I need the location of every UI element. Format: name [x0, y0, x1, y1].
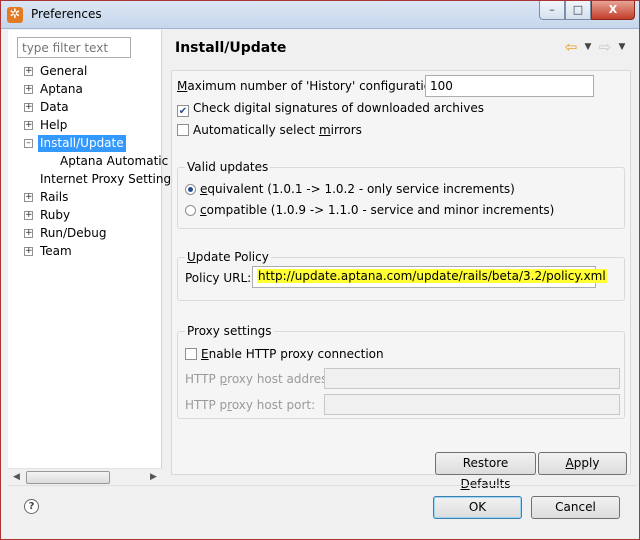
chevron-down-icon[interactable]: ▼: [583, 38, 593, 56]
tree-item-label: Data: [40, 100, 69, 114]
update-policy-group: Update Policy Policy URL: http://update.…: [177, 250, 625, 301]
proxy-port-label: HTTP proxy host port:: [185, 398, 316, 412]
help-icon[interactable]: ?: [24, 499, 39, 514]
preference-tree-pane: + General + Aptana + Data + Help – Insta…: [8, 30, 177, 485]
close-button[interactable]: X: [591, 1, 635, 20]
preferences-window: ✲ Preferences – □ X + General + Aptana +…: [0, 0, 640, 540]
expand-icon[interactable]: +: [24, 121, 33, 130]
scroll-left-icon[interactable]: ◀: [8, 469, 25, 486]
tree-item-label: Help: [40, 118, 68, 132]
tree-item-label: Run/Debug: [40, 226, 107, 240]
compatible-label: compatible (1.0.9 -> 1.1.0 - service and…: [200, 203, 555, 217]
expand-icon[interactable]: +: [24, 247, 33, 256]
check-signatures-label: Check digital signatures of downloaded a…: [193, 101, 484, 115]
horizontal-scrollbar[interactable]: ◀ ▶: [8, 468, 162, 485]
policy-url-label: Policy URL:: [185, 271, 252, 285]
back-arrow-icon[interactable]: ⇦: [562, 38, 580, 56]
proxy-settings-title: Proxy settings: [185, 324, 274, 338]
compatible-radio[interactable]: compatible (1.0.9 -> 1.1.0 - service and…: [185, 203, 554, 217]
cancel-button[interactable]: Cancel: [531, 496, 620, 519]
expand-icon[interactable]: +: [24, 193, 33, 202]
radio-unselected-icon[interactable]: [185, 205, 196, 216]
history-label: Maximum number of 'History' configuratio…: [177, 79, 449, 93]
equivalent-radio[interactable]: equivalent (1.0.1 -> 1.0.2 - only servic…: [185, 182, 515, 196]
tree-item-label: Aptana: [40, 82, 83, 96]
checkbox-checked-icon[interactable]: ✔: [177, 105, 189, 117]
proxy-host-label: HTTP proxy host address:: [185, 372, 338, 386]
expand-icon[interactable]: +: [24, 103, 33, 112]
policy-url-field[interactable]: http://update.aptana.com/update/rails/be…: [252, 266, 607, 288]
chevron-down-icon[interactable]: ▼: [617, 38, 627, 56]
policy-url-value: http://update.aptana.com/update/rails/be…: [257, 269, 607, 283]
page-navigation: ⇦ ▼ ⇨ ▼: [562, 38, 627, 56]
checkbox-unchecked-icon[interactable]: [185, 348, 197, 360]
title-bar[interactable]: ✲ Preferences – □ X: [1, 1, 639, 29]
window-title: Preferences: [31, 7, 102, 21]
gear-icon: ✲: [7, 7, 23, 23]
valid-updates-group: Valid updates equivalent (1.0.1 -> 1.0.2…: [177, 160, 625, 229]
scroll-thumb[interactable]: [26, 471, 110, 484]
proxy-host-field[interactable]: [324, 368, 620, 389]
auto-mirrors-checkbox[interactable]: Automatically select mirrors: [177, 123, 362, 137]
preference-page: Install/Update ⇦ ▼ ⇨ ▼ Maximum number of…: [163, 30, 637, 491]
tree-item-label: Internet Proxy Settings: [40, 172, 178, 186]
enable-proxy-checkbox[interactable]: Enable HTTP proxy connection: [185, 347, 384, 361]
expand-icon[interactable]: +: [24, 67, 33, 76]
ok-button[interactable]: OK: [433, 496, 522, 519]
equivalent-label: equivalent (1.0.1 -> 1.0.2 - only servic…: [200, 182, 515, 196]
filter-input[interactable]: [17, 37, 131, 58]
window-controls: – □ X: [539, 1, 635, 21]
auto-mirrors-label: Automatically select mirrors: [193, 123, 362, 137]
apply-button[interactable]: Apply: [538, 452, 627, 475]
restore-defaults-button[interactable]: Restore Defaults: [435, 452, 536, 491]
forward-arrow-icon[interactable]: ⇨: [596, 38, 614, 56]
tree-item-label: Aptana Automatic: [60, 154, 169, 168]
expand-icon[interactable]: +: [24, 229, 33, 238]
expand-icon[interactable]: +: [24, 211, 33, 220]
scroll-right-icon[interactable]: ▶: [145, 469, 162, 486]
maximize-button[interactable]: □: [565, 1, 591, 20]
page-title: Install/Update: [175, 40, 287, 56]
proxy-port-field[interactable]: [324, 394, 620, 415]
checkbox-unchecked-icon[interactable]: [177, 124, 189, 136]
collapse-icon[interactable]: –: [24, 139, 33, 148]
check-signatures-checkbox[interactable]: ✔ Check digital signatures of downloaded …: [177, 101, 484, 117]
update-policy-title: Update Policy: [185, 250, 271, 264]
tree-item-label: Ruby: [40, 208, 71, 222]
tree-item-label: Team: [40, 244, 72, 258]
expand-icon[interactable]: +: [24, 85, 33, 94]
page-content: Maximum number of 'History' configuratio…: [171, 70, 631, 491]
valid-updates-title: Valid updates: [185, 160, 271, 174]
history-count-field[interactable]: [425, 75, 594, 97]
separator: [8, 485, 637, 486]
tree-item-label: General: [40, 64, 88, 78]
proxy-settings-group: Proxy settings Enable HTTP proxy connect…: [177, 324, 625, 419]
tree-item-label: Install/Update: [38, 135, 126, 152]
minimize-button[interactable]: –: [539, 1, 565, 20]
radio-selected-icon[interactable]: [185, 184, 196, 195]
enable-proxy-label: Enable HTTP proxy connection: [201, 347, 384, 361]
tree-item-label: Rails: [40, 190, 69, 204]
